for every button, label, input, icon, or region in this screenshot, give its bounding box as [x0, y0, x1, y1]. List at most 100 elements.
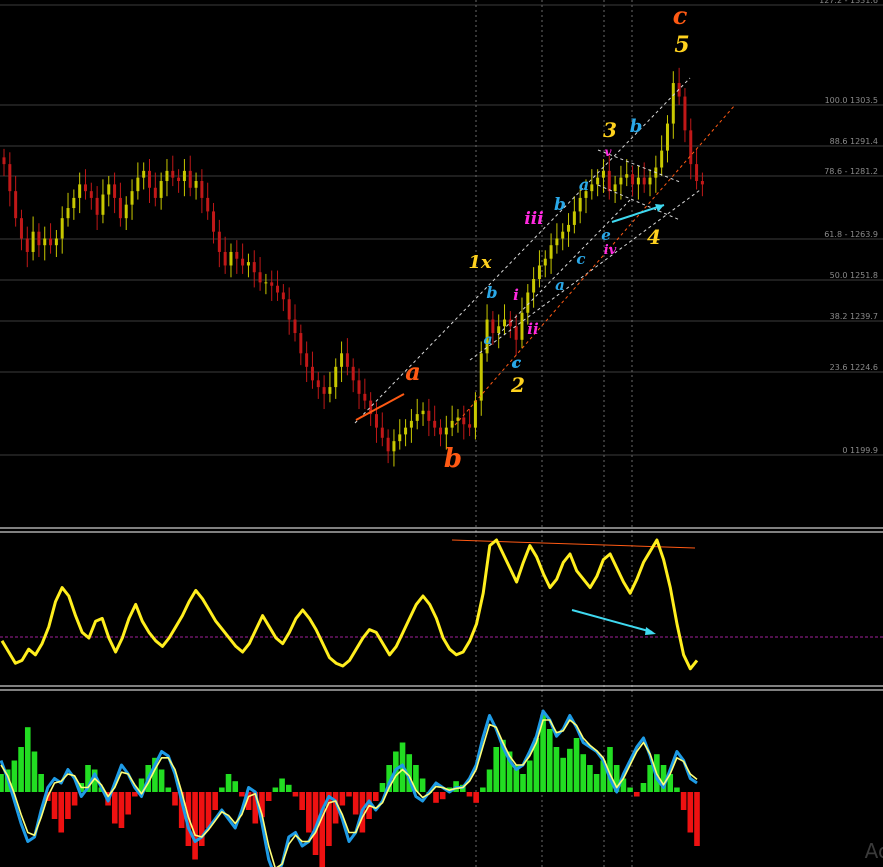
- candle-body: [363, 393, 367, 401]
- candle-body: [514, 326, 518, 340]
- candle-body: [293, 319, 297, 334]
- histogram-bar: [279, 778, 285, 792]
- histogram-bar: [473, 792, 479, 803]
- candle-body: [241, 258, 245, 266]
- histogram-bar: [299, 792, 305, 810]
- histogram-bar: [680, 792, 687, 810]
- candle-body: [625, 174, 629, 178]
- candle-body: [444, 427, 448, 435]
- candle-body: [270, 282, 274, 286]
- candle-body: [555, 238, 559, 246]
- fib-level-label: 23.6 1224.6: [830, 363, 878, 372]
- candle-body: [316, 380, 320, 388]
- candle-body: [223, 251, 227, 266]
- histogram-bar: [573, 738, 580, 792]
- candle-body: [619, 177, 623, 185]
- candle-body: [537, 265, 541, 279]
- candle-body: [660, 150, 664, 168]
- candle-body: [415, 414, 419, 421]
- histogram-bar: [58, 792, 65, 833]
- histogram-bar: [272, 787, 279, 792]
- histogram-bar: [560, 757, 566, 792]
- histogram-bar: [38, 774, 44, 792]
- candle-body: [49, 238, 53, 246]
- histogram-bar: [372, 792, 379, 801]
- histogram-bar: [125, 792, 131, 815]
- candle-body: [590, 184, 594, 192]
- candle-body: [427, 410, 431, 421]
- wave-label: 2: [510, 373, 525, 397]
- wave-label: c: [673, 1, 688, 30]
- histogram-bar: [486, 769, 493, 792]
- candle-body: [310, 366, 314, 381]
- candle-body: [165, 170, 169, 182]
- candle-body: [95, 197, 99, 215]
- wave-label: e: [601, 226, 611, 244]
- candle-body: [631, 174, 635, 185]
- candle-body: [136, 177, 140, 192]
- histogram-bar: [292, 792, 299, 797]
- candle-body: [194, 181, 198, 188]
- candle-body: [450, 420, 454, 428]
- histogram-bar: [172, 792, 178, 806]
- candle-body: [689, 130, 693, 165]
- candle-body: [345, 353, 349, 367]
- fib-level-label: 38.2 1239.7: [830, 312, 878, 321]
- candle-body: [188, 170, 192, 188]
- candle-body: [177, 177, 181, 182]
- candle-body: [78, 184, 82, 198]
- candle-body: [299, 333, 303, 354]
- candle-body: [700, 181, 704, 185]
- wave-label: 3: [603, 118, 617, 142]
- candle-body: [567, 224, 571, 232]
- candle-body: [334, 366, 338, 388]
- histogram-bar: [219, 787, 225, 792]
- candle-body: [229, 251, 233, 266]
- candle-body: [235, 251, 239, 259]
- candle-body: [357, 380, 361, 394]
- watermark-text: Ac: [864, 839, 883, 863]
- fib-level-label: 50.0 1251.8: [830, 271, 878, 280]
- histogram-bar: [158, 769, 165, 792]
- candle-body: [491, 319, 495, 334]
- candle-body: [153, 187, 157, 198]
- candle-body: [206, 197, 210, 212]
- wave-label: b: [554, 195, 566, 215]
- candle-body: [276, 285, 280, 293]
- candle-body: [107, 184, 111, 195]
- fib-level-label: 88.6 1291.4: [830, 137, 878, 146]
- candle-body: [200, 181, 204, 198]
- candle-body: [142, 170, 146, 178]
- candle-body: [72, 197, 76, 209]
- wave-label: iii: [524, 209, 543, 229]
- candle-body: [305, 353, 309, 367]
- chart-canvas: 127.2 - 1331.6 100.0 1303.5 88.6 1291.4 78.…: [0, 0, 883, 867]
- candle-body: [439, 427, 442, 435]
- candle-body: [671, 83, 675, 124]
- candle-body: [19, 218, 23, 239]
- candle-body: [25, 238, 29, 252]
- candle-body: [473, 400, 477, 428]
- fib-level-label: 0 1199.9: [842, 446, 878, 455]
- candle-body: [182, 170, 186, 182]
- histogram-bar: [212, 792, 218, 810]
- candle-body: [113, 184, 117, 198]
- histogram-bar: [580, 754, 587, 792]
- histogram-bar: [306, 792, 312, 833]
- candle-body: [43, 238, 47, 246]
- candle-body: [328, 387, 332, 394]
- histogram-bar: [593, 774, 600, 792]
- wave-label: 1x: [468, 252, 492, 273]
- candle-body: [578, 197, 582, 212]
- candle-body: [2, 157, 6, 165]
- candle-body: [561, 231, 565, 239]
- histogram-bar: [466, 792, 473, 797]
- candle-body: [217, 231, 221, 252]
- candle-body: [124, 204, 128, 219]
- histogram-bar: [65, 792, 71, 819]
- candle-body: [421, 410, 425, 415]
- wave-label: b: [444, 444, 462, 474]
- histogram-bar: [31, 751, 38, 792]
- fib-level-label: 61.8 - 1263.9: [824, 230, 878, 239]
- fib-level-label: 78.6 - 1281.2: [824, 167, 878, 176]
